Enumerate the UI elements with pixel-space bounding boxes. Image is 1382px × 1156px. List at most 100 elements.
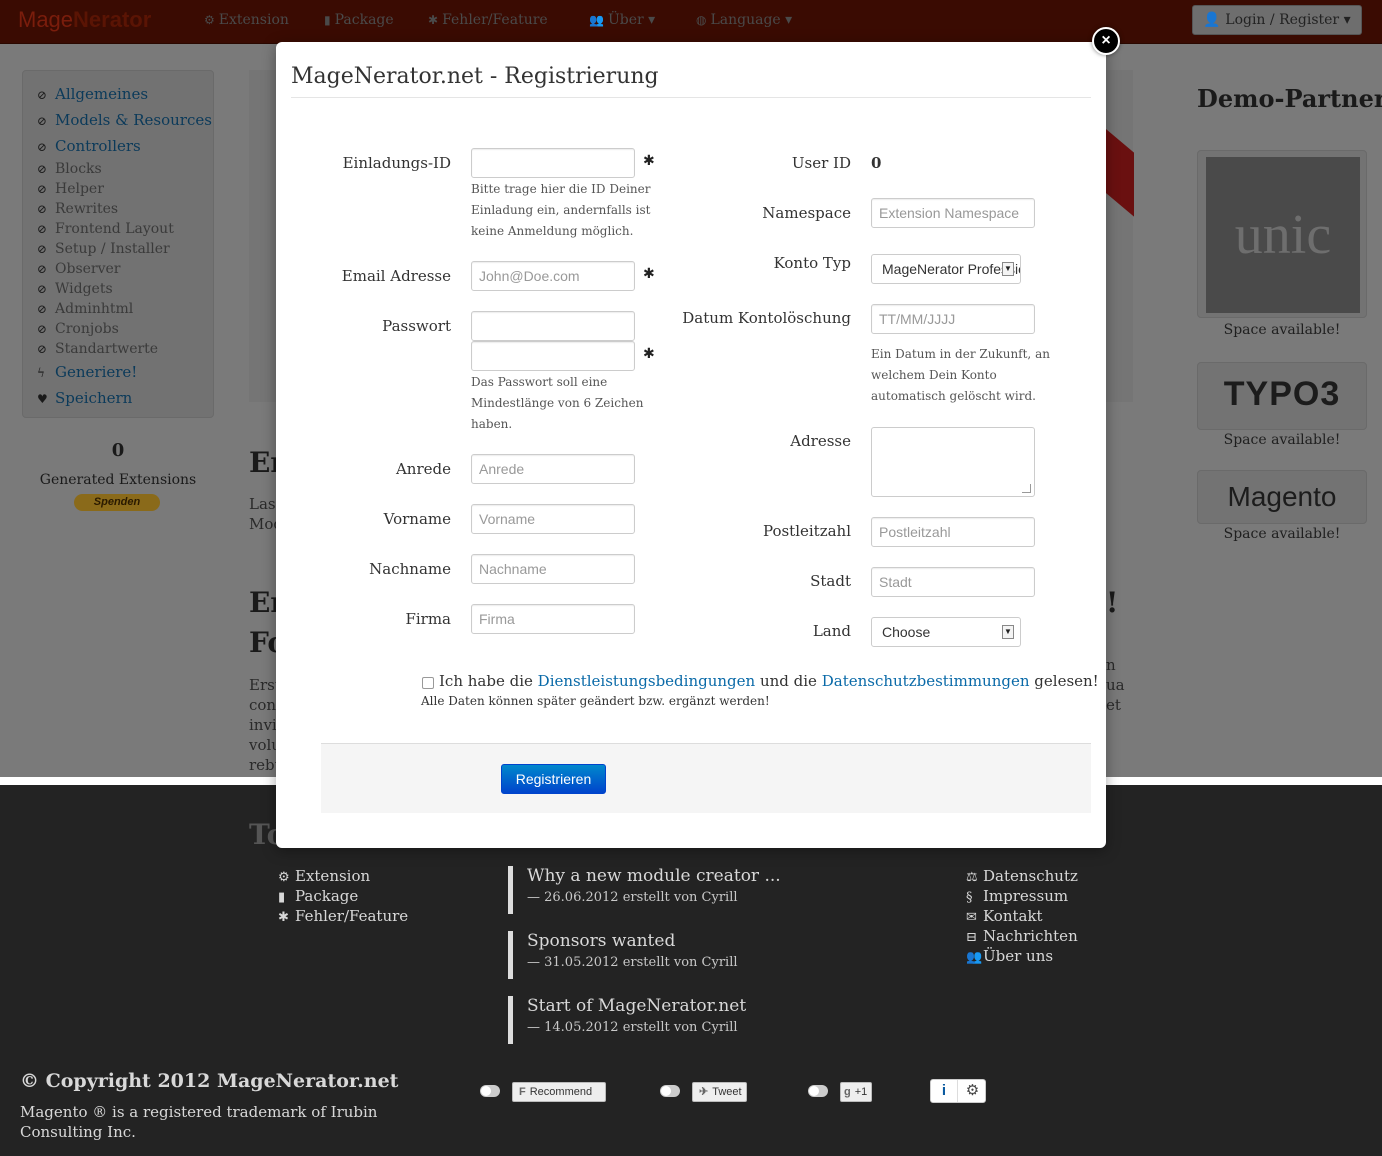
sidebar-item-observer[interactable]: ⊘ Observer — [37, 261, 121, 277]
lightning-icon: ϟ — [37, 366, 45, 380]
copyright: © Copyright 2012 MageNerator.net — [20, 1070, 399, 1092]
firstname-input[interactable]: Vorname — [471, 504, 635, 534]
lastname-label: Nachname — [369, 560, 451, 578]
circle-slash-icon: ⊘ — [37, 182, 48, 196]
main-heading-2-end: ! — [1106, 586, 1119, 619]
address-textarea[interactable] — [871, 427, 1035, 497]
sidebar-item-cronjobs[interactable]: ⊘ Cronjobs — [37, 321, 119, 337]
terms-checkbox[interactable] — [422, 677, 434, 689]
news-item[interactable]: Sponsors wanted — 31.05.2012 erstellt vo… — [508, 931, 868, 979]
address-label: Adresse — [790, 432, 851, 450]
circle-slash-icon: ⊘ — [37, 162, 48, 176]
terms-link[interactable]: Dienstleistungsbedingungen — [538, 672, 756, 690]
account-type-select[interactable]: MageNerator Professional ▼ — [871, 254, 1021, 284]
deletion-date-label: Datum Kontolöschung — [682, 309, 851, 327]
brand-logo[interactable]: MageNerator — [18, 7, 151, 33]
donate-button[interactable]: Spenden — [74, 494, 160, 511]
login-register-button[interactable]: 👤 Login / Register ▾ — [1192, 5, 1362, 35]
salutation-label: Anrede — [395, 460, 451, 478]
footer-link-bugs[interactable]: ✱ Fehler/Feature — [278, 907, 408, 925]
footer-link-extension[interactable]: ⚙ Extension — [278, 867, 370, 885]
wrench-icon: ⚙ — [204, 13, 215, 27]
scale-icon: ⚖ — [966, 870, 978, 885]
nav-package[interactable]: ▮ Package — [324, 12, 394, 28]
lastname-input[interactable]: Nachname — [471, 554, 635, 584]
google-privacy-toggle[interactable] — [808, 1085, 828, 1097]
envelope-icon: ✉ — [966, 910, 977, 925]
news-item[interactable]: Why a new module creator ... — 26.06.201… — [508, 866, 868, 914]
sidebar-item-allgemeines[interactable]: ⊘ Allgemeines — [37, 85, 148, 103]
news-item[interactable]: Start of MageNerator.net — 14.05.2012 er… — [508, 996, 868, 1044]
sidebar-item-adminhtml[interactable]: ⊘ Adminhtml — [37, 301, 133, 317]
partner-logo-unic: unic — [1206, 157, 1360, 313]
country-select[interactable]: Choose ▼ — [871, 617, 1021, 647]
sidebar-item-helper[interactable]: ⊘ Helper — [37, 181, 104, 197]
city-input[interactable]: Stadt — [871, 567, 1035, 597]
nav-about[interactable]: 👥 Über ▾ — [589, 12, 655, 28]
zip-label: Postleitzahl — [762, 522, 851, 540]
footer-link-privacy[interactable]: ⚖ Datenschutz — [966, 867, 1078, 885]
password-input[interactable] — [471, 311, 635, 341]
tweet-button[interactable]: ✈ Tweet — [692, 1082, 747, 1102]
sidebar-item-controllers[interactable]: ⊘ Controllers — [37, 137, 141, 155]
circle-slash-icon: ⊘ — [37, 302, 48, 316]
trademark-note: Magento ® is a registered trademark of I… — [20, 1103, 378, 1141]
facebook-icon: F — [519, 1086, 526, 1098]
circle-check-icon: ⊘ — [37, 88, 48, 102]
sidebar-item-widgets[interactable]: ⊘ Widgets — [37, 281, 113, 297]
gear-icon[interactable]: ⚙ — [959, 1080, 986, 1102]
footer-link-imprint[interactable]: § Impressum — [966, 887, 1068, 905]
salutation-input[interactable]: Anrede — [471, 454, 635, 484]
namespace-input[interactable]: Extension Namespace — [871, 198, 1035, 228]
footer-link-about[interactable]: 👥Über uns — [966, 947, 1053, 965]
footer-link-package[interactable]: ▮ Package — [278, 887, 358, 905]
company-input[interactable]: Firma — [471, 604, 635, 634]
info-icon[interactable]: i — [931, 1080, 958, 1102]
sidebar-item-setup[interactable]: ⊘ Setup / Installer — [37, 241, 170, 257]
partner-logo-typo3: TYPO3 — [1223, 375, 1341, 413]
sidebar-item-blocks[interactable]: ⊘ Blocks — [37, 161, 102, 177]
sidebar-item-generate[interactable]: ϟ Generiere! — [37, 363, 137, 381]
package-icon: ▮ — [278, 890, 286, 905]
password-confirm-input[interactable] — [471, 341, 635, 371]
sidebar-item-save[interactable]: ♥ Speichern — [37, 389, 132, 407]
privacy-link[interactable]: Datenschutzbestimmungen — [822, 672, 1030, 690]
nav-language[interactable]: ◍ Language ▾ — [696, 12, 792, 28]
partner-typo3[interactable]: TYPO3 — [1197, 362, 1367, 430]
footer-link-news[interactable]: ⊟ Nachrichten — [966, 927, 1078, 945]
close-icon[interactable]: × — [1092, 27, 1120, 55]
package-icon: ▮ — [324, 13, 331, 27]
email-label: Email Adresse — [341, 267, 451, 285]
sidebar-item-models[interactable]: ⊘ Models & Resources — [37, 111, 212, 129]
sidebar-item-frontend-layout[interactable]: ⊘ Frontend Layout — [37, 221, 174, 237]
main-text-2c: invi — [249, 716, 277, 734]
users-icon: 👥 — [589, 13, 604, 27]
circle-slash-icon: ⊘ — [37, 282, 48, 296]
twitter-privacy-toggle[interactable] — [660, 1085, 680, 1097]
email-input[interactable]: John@Doe.com — [471, 261, 635, 291]
resize-handle[interactable] — [1022, 484, 1031, 493]
chevron-down-icon: ▼ — [1002, 625, 1014, 639]
register-button[interactable]: Registrieren — [501, 764, 606, 794]
account-type-label: Konto Typ — [773, 254, 851, 272]
partner-unic[interactable]: unic — [1197, 150, 1367, 318]
nav-extension[interactable]: ⚙ Extension — [204, 12, 289, 28]
partner-magento[interactable]: Magento — [1197, 470, 1367, 524]
sidebar-item-standartwerte[interactable]: ⊘ Standartwerte — [37, 341, 158, 357]
zip-input[interactable]: Postleitzahl — [871, 517, 1035, 547]
footer-link-contact[interactable]: ✉ Kontakt — [966, 907, 1043, 925]
required-asterisk-icon: ✱ — [643, 266, 655, 282]
invite-id-input[interactable] — [471, 148, 635, 178]
circle-slash-icon: ⊘ — [37, 222, 48, 236]
chevron-down-icon: ▼ — [1002, 262, 1014, 276]
wrench-icon: ⚙ — [278, 870, 290, 885]
facebook-recommend-button[interactable]: F Recommend — [512, 1082, 606, 1102]
main-text-2b: con — [249, 696, 277, 714]
google-plus-one-button[interactable]: g +1 — [840, 1082, 872, 1102]
partner-status-unic: Space available! — [1223, 322, 1341, 338]
sidebar-item-rewrites[interactable]: ⊘ Rewrites — [37, 201, 118, 217]
facebook-privacy-toggle[interactable] — [480, 1085, 500, 1097]
partner-status-magento: Space available! — [1223, 526, 1341, 542]
deletion-date-input[interactable]: TT/MM/JJJJ — [871, 304, 1035, 334]
nav-bugs[interactable]: ✱ Fehler/Feature — [428, 12, 548, 28]
